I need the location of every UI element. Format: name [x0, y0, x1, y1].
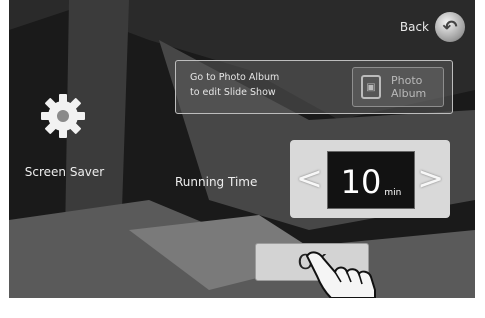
- photo-album-button-line1: Photo: [391, 74, 423, 87]
- increment-arrow-icon[interactable]: >: [417, 162, 444, 194]
- photo-album-button-line2: Album: [391, 87, 427, 100]
- back-label: Back: [399, 20, 429, 34]
- photo-album-panel: Go to Photo Album to edit Slide Show ▣ P…: [175, 60, 453, 114]
- photo-album-hint-line2: to edit Slide Show: [190, 87, 276, 98]
- screen: Back ↶ Go to Photo Album to edit Slide S…: [9, 0, 475, 298]
- pointing-hand-icon: [305, 251, 376, 298]
- running-time-unit: min: [384, 188, 402, 198]
- decrement-arrow-icon[interactable]: <: [296, 162, 323, 194]
- back-control[interactable]: Back ↶: [400, 12, 465, 42]
- running-time-label: Running Time: [175, 175, 258, 189]
- photo-album-hint-line1: Go to Photo Album: [190, 72, 280, 83]
- screen-saver-label: Screen Saver: [24, 165, 105, 179]
- photo-album-button-label: Photo Album: [391, 74, 426, 100]
- running-time-stepper: < 10 min >: [290, 140, 450, 218]
- photo-album-icon: ▣: [361, 75, 381, 99]
- photo-album-button[interactable]: ▣ Photo Album: [352, 67, 444, 107]
- photo-album-hint: Go to Photo Album to edit Slide Show: [190, 70, 340, 100]
- running-time-value: 10: [340, 163, 382, 201]
- back-arrow-icon[interactable]: ↶: [435, 12, 465, 42]
- running-time-value-box: 10 min: [327, 151, 415, 209]
- gear-icon[interactable]: [39, 92, 87, 140]
